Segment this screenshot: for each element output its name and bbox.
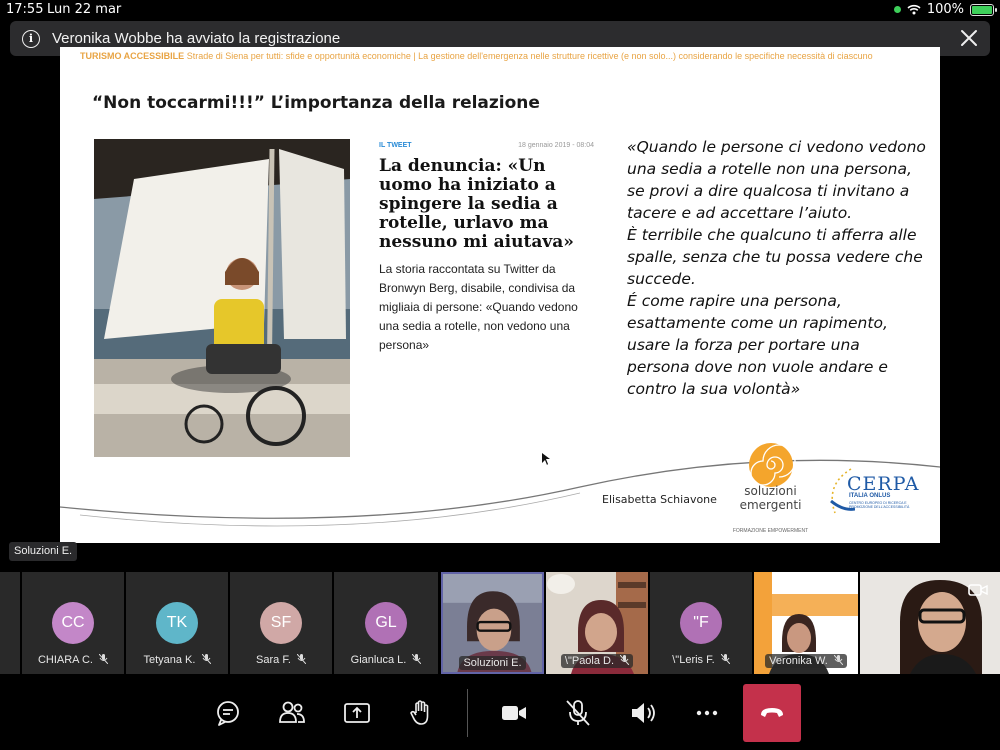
avatar: GL	[365, 602, 407, 644]
controls-divider	[467, 689, 468, 737]
article-body: La storia raccontata su Twitter da Bronw…	[379, 262, 578, 352]
quote-block: «Quando le persone ci vedono vedono una …	[627, 136, 927, 400]
status-indicators: 100%	[893, 2, 997, 17]
battery-icon	[970, 3, 997, 16]
mic-off-icon	[201, 654, 211, 664]
participant-label: \"Leris F.	[650, 654, 752, 666]
close-icon[interactable]	[956, 25, 982, 51]
camera-icon[interactable]	[499, 698, 529, 728]
switch-camera-icon[interactable]	[968, 582, 988, 598]
speaker-icon[interactable]	[628, 698, 658, 728]
participant-tile-partial[interactable]	[0, 572, 20, 674]
mouse-pointer-icon	[542, 453, 550, 465]
cerpa-logo: CERPA ITALIA ONLUS CENTRO EUROPEO DI RIC…	[825, 465, 925, 525]
wheelchair-photo	[94, 139, 350, 457]
participant-name: CHIARA C.	[37, 654, 93, 666]
self-video-tile[interactable]	[860, 572, 1000, 674]
participant-tile[interactable]: GL Gianluca L.	[334, 572, 438, 674]
participant-name: Tetyana K.	[143, 654, 196, 666]
meeting-controls	[0, 675, 1000, 750]
article-date: 18 gennaio 2019 - 08:04	[518, 142, 594, 149]
avatar: TK	[156, 602, 198, 644]
participant-label: Tetyana K.	[126, 654, 228, 666]
mic-off-icon	[720, 654, 730, 664]
hang-up-button[interactable]	[743, 684, 801, 742]
wifi-icon	[907, 4, 921, 15]
mic-off-icon	[620, 655, 630, 665]
participant-strip: CC CHIARA C. TK Tetyana K. SF Sara F. GL	[0, 572, 1000, 674]
shared-presentation-slide: TURISMO ACCESSIBILE Strade di Siena per …	[60, 47, 940, 543]
participant-label: CHIARA C.	[22, 654, 124, 666]
participant-label: Soluzioni E.	[443, 656, 542, 670]
spiral-logo-icon	[749, 443, 796, 487]
participant-tile[interactable]: \"Paola D.	[546, 572, 648, 674]
date: Lun 22 mar	[47, 2, 122, 17]
mic-off-icon	[99, 654, 109, 664]
soluzioni-emergenti-logo: soluzioni emergenti FORMAZIONE EMPOWERME…	[723, 442, 818, 538]
avatar: CC	[52, 602, 94, 644]
quote-paragraph: É come rapire una persona, esattamente c…	[627, 292, 888, 398]
info-icon: i	[22, 29, 40, 48]
clock: 17:55	[6, 2, 44, 17]
hang-up-icon	[761, 708, 783, 717]
participant-name: Sara F.	[256, 654, 291, 666]
participant-name: \"Paola D.	[564, 655, 615, 667]
participant-label: Sara F.	[230, 654, 332, 666]
banner-message: Veronika Wobbe ha avviato la registrazio…	[52, 30, 341, 47]
avatar: SF	[260, 602, 302, 644]
mic-off-icon	[296, 654, 306, 664]
slide-title: “Non toccarmi!!!” L’importanza della rel…	[92, 93, 540, 113]
participant-tile[interactable]: SF Sara F.	[230, 572, 332, 674]
battery-percent: 100%	[926, 2, 964, 17]
participant-tile[interactable]: CC CHIARA C.	[22, 572, 124, 674]
more-icon[interactable]	[692, 698, 722, 728]
teams-meeting-screen: 17:55 Lun 22 mar 100% i Veronika Wobbe h…	[0, 0, 1000, 750]
camera-in-use-dot	[893, 6, 901, 13]
participant-tile[interactable]: "F \"Leris F.	[650, 572, 752, 674]
participant-tile-active-speaker[interactable]: Soluzioni E.	[441, 572, 544, 674]
participant-name: \"Leris F.	[672, 654, 715, 666]
news-article-clip: IL TWEET 18 gennaio 2019 - 08:04 La denu…	[379, 142, 594, 355]
avatar: "F	[680, 602, 722, 644]
slide-header: TURISMO ACCESSIBILE Strade di Siena per …	[80, 51, 940, 63]
participant-label: \"Paola D.	[546, 654, 648, 668]
participant-name: Veronika W.	[769, 655, 828, 667]
quote-paragraph: È terribile che qualcuno ti afferra alle…	[627, 226, 923, 288]
participant-name: Soluzioni E.	[459, 656, 526, 670]
logo-line-1: soluzioni	[744, 484, 797, 498]
participant-label: Veronika W.	[754, 654, 858, 668]
battery-fill	[972, 5, 992, 14]
article-meta: IL TWEET 18 gennaio 2019 - 08:04	[379, 142, 594, 149]
ios-status-bar: 17:55 Lun 22 mar 100%	[0, 0, 1000, 20]
mic-off-icon[interactable]	[563, 698, 593, 728]
participant-tile[interactable]: Veronika W.	[754, 572, 858, 674]
presenter-name: Elisabetta Schiavone	[602, 493, 717, 506]
logo-line-2: emergenti	[739, 498, 802, 512]
article-headline: La denuncia: «Un uomo ha iniziato a spin…	[379, 156, 574, 252]
mic-off-icon	[412, 654, 422, 664]
participant-name-pill: \"Paola D.	[560, 654, 634, 668]
participant-name: Gianluca L.	[350, 654, 407, 666]
raise-hand-icon[interactable]	[406, 698, 436, 728]
participant-tile[interactable]: TK Tetyana K.	[126, 572, 228, 674]
cerpa-subtitle: ITALIA ONLUS	[849, 493, 891, 499]
chat-icon[interactable]	[213, 698, 243, 728]
people-icon[interactable]	[277, 698, 307, 728]
share-screen-icon[interactable]	[342, 698, 372, 728]
slide-header-highlight: TURISMO ACCESSIBILE	[80, 51, 185, 61]
slide-header-text: Strade di Siena per tutti: sfide e oppor…	[184, 51, 873, 61]
participant-label: Gianluca L.	[334, 654, 438, 666]
cerpa-description: CENTRO EUROPEO DI RICERCA E PROMOZIONE D…	[849, 501, 910, 509]
presenter-tooltip: Soluzioni E.	[9, 542, 78, 561]
participant-name-pill: Veronika W.	[765, 654, 847, 668]
cerpa-name: CERPA	[847, 473, 920, 495]
logo-tagline: FORMAZIONE EMPOWERMENT	[732, 528, 809, 534]
mic-off-icon	[833, 655, 843, 665]
article-tag: IL TWEET	[379, 142, 412, 149]
quote-paragraph: «Quando le persone ci vedono vedono una …	[627, 138, 926, 222]
